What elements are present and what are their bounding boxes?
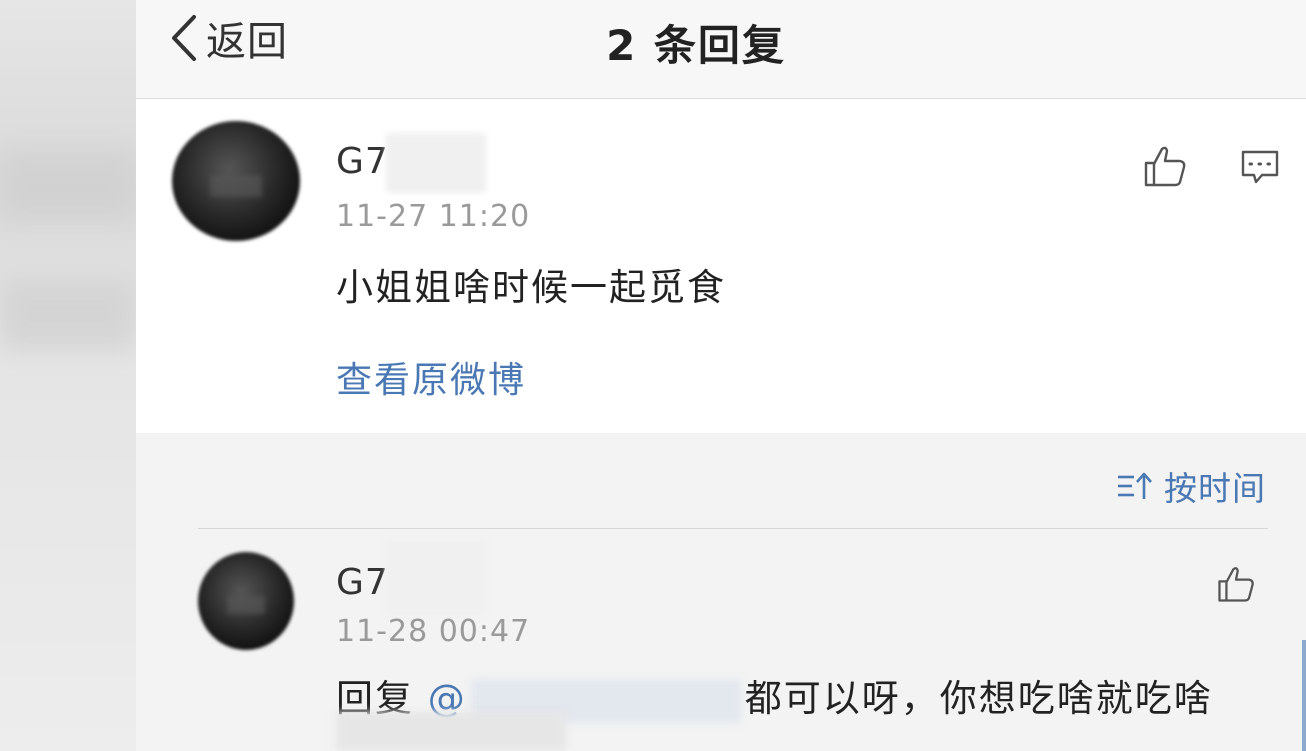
reply-detail-screen: 返回 2 条回复 G7 11-27 11:20 小姐姐啥时候一起觅食 查看原微博 [136, 0, 1306, 751]
blur-smear [0, 150, 136, 220]
reply-time: 11-28 00:47 [336, 614, 531, 649]
reply-body: 都可以呀，你想吃啥就吃啥 [744, 677, 1213, 720]
navigation-bar: 返回 2 条回复 [136, 0, 1306, 99]
comment-time: 11-27 11:20 [336, 199, 531, 234]
thumbs-up-icon [1144, 146, 1186, 187]
sort-ascending-icon [1118, 472, 1152, 499]
sort-label: 按时间 [1164, 469, 1266, 508]
comment-username[interactable]: G7 [336, 141, 389, 182]
username-blur [386, 540, 486, 616]
original-comment-card: G7 11-27 11:20 小姐姐啥时候一起觅食 查看原微博 [136, 99, 1306, 433]
comment-button[interactable] [1240, 149, 1280, 185]
page-title: 2 条回复 [606, 21, 786, 70]
sort-by-time-button[interactable]: 按时间 [1116, 462, 1266, 510]
blurred-left-margin [0, 0, 136, 751]
comment-icon [1241, 150, 1279, 184]
like-button[interactable] [1142, 143, 1188, 189]
username-blur [386, 133, 486, 193]
blur-smear [0, 280, 136, 350]
blurred-content [336, 712, 566, 751]
divider [198, 528, 1268, 529]
view-original-weibo-link[interactable]: 查看原微博 [336, 351, 526, 403]
reply-like-button[interactable] [1216, 564, 1256, 604]
avatar[interactable] [198, 552, 294, 650]
reply-username[interactable]: G7 [336, 562, 389, 603]
scroll-indicator [1302, 640, 1306, 751]
avatar[interactable] [172, 121, 300, 241]
thumbs-up-icon [1218, 567, 1254, 602]
comment-text: 小姐姐啥时候一起觅食 [336, 266, 726, 309]
